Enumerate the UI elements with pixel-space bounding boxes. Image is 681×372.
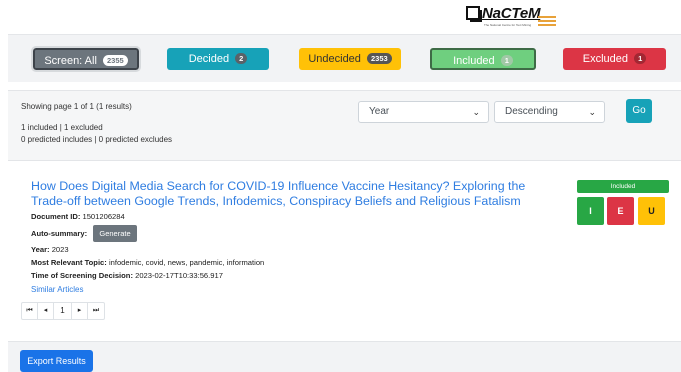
chevron-down-icon: ⌄ bbox=[588, 107, 596, 117]
similar-articles-link[interactable]: Similar Articles bbox=[31, 285, 83, 294]
generate-summary-button[interactable]: Generate bbox=[93, 225, 137, 242]
filter-included-count: 1 bbox=[500, 55, 513, 66]
topic-row: Most Relevant Topic: infodemic, covid, n… bbox=[31, 258, 264, 267]
status-badge: Included bbox=[577, 180, 669, 193]
go-button[interactable]: Go bbox=[626, 99, 652, 123]
filter-excluded-label: Excluded bbox=[582, 53, 629, 65]
topic-value: infodemic, covid, news, pandemic, inform… bbox=[108, 258, 265, 267]
logo-wordmark: NaCTeM bbox=[482, 5, 541, 22]
filter-screen-count: 2355 bbox=[102, 55, 128, 66]
filter-screen-label: Screen: All bbox=[44, 55, 97, 67]
screening-time-label: Time of Screening Decision: bbox=[31, 271, 133, 280]
next-page-icon[interactable]: ▸ bbox=[72, 303, 88, 319]
filter-bar: Screen: All 2355 Decided 2 Undecided 235… bbox=[8, 34, 681, 82]
nactem-logo: NaCTeM The National Centre for Text Mini… bbox=[466, 4, 556, 32]
filter-excluded-button[interactable]: Excluded 1 bbox=[563, 48, 666, 70]
year-row: Year: 2023 bbox=[31, 245, 69, 254]
footer-bar: Export Results bbox=[8, 341, 681, 372]
sort-field-value: Year bbox=[369, 106, 390, 117]
auto-summary-label: Auto-summary: bbox=[31, 229, 88, 238]
filter-excluded-count: 1 bbox=[634, 53, 647, 64]
year-value: 2023 bbox=[51, 245, 69, 254]
screening-time-row: Time of Screening Decision: 2023-02-17T1… bbox=[31, 271, 223, 280]
sort-order-select[interactable]: Descending ⌄ bbox=[494, 101, 605, 123]
results-predicted-text: 0 predicted includes | 0 predicted exclu… bbox=[21, 135, 173, 144]
chevron-down-icon: ⌄ bbox=[472, 107, 480, 117]
include-button[interactable]: I bbox=[577, 197, 604, 225]
export-results-button[interactable]: Export Results bbox=[20, 350, 93, 372]
article-card: How Does Digital Media Search for COVID-… bbox=[8, 160, 681, 340]
pagination: ⏮ ◂ 1 ▸ ⏭ bbox=[21, 302, 105, 320]
prev-page-icon[interactable]: ◂ bbox=[38, 303, 54, 319]
logo-mark-icon bbox=[466, 6, 482, 22]
logo-tagline: The National Centre for Text Mining bbox=[484, 23, 532, 27]
first-page-icon[interactable]: ⏮ bbox=[22, 303, 38, 319]
filter-included-button[interactable]: Included 1 bbox=[430, 48, 536, 70]
filter-included-label: Included bbox=[453, 55, 495, 67]
screening-time-value: 2023-02-17T10:33:56.917 bbox=[135, 271, 223, 280]
results-info-panel: Showing page 1 of 1 (1 results) 1 includ… bbox=[8, 90, 681, 160]
results-showing-text: Showing page 1 of 1 (1 results) bbox=[21, 102, 132, 111]
books-icon bbox=[538, 16, 556, 30]
filter-undecided-count: 2353 bbox=[366, 53, 392, 64]
filter-decided-count: 2 bbox=[235, 53, 248, 64]
undecide-button[interactable]: U bbox=[638, 197, 665, 225]
topic-label: Most Relevant Topic: bbox=[31, 258, 107, 267]
document-id-row: Document ID: 1501206284 bbox=[31, 212, 125, 221]
document-id-value: 1501206284 bbox=[82, 212, 125, 221]
sort-field-select[interactable]: Year ⌄ bbox=[358, 101, 489, 123]
filter-undecided-button[interactable]: Undecided 2353 bbox=[299, 48, 401, 70]
filter-decided-label: Decided bbox=[188, 53, 230, 65]
document-id-label: Document ID: bbox=[31, 212, 81, 221]
filter-undecided-label: Undecided bbox=[308, 53, 361, 65]
auto-summary-row: Auto-summary: bbox=[31, 229, 87, 238]
results-summary-text: 1 included | 1 excluded bbox=[21, 123, 103, 132]
page-number[interactable]: 1 bbox=[54, 303, 72, 319]
filter-screen-all-button[interactable]: Screen: All 2355 bbox=[31, 46, 141, 72]
article-title-link[interactable]: How Does Digital Media Search for COVID-… bbox=[31, 179, 551, 209]
exclude-button[interactable]: E bbox=[607, 197, 634, 225]
sort-order-value: Descending bbox=[505, 106, 558, 117]
filter-decided-button[interactable]: Decided 2 bbox=[167, 48, 269, 70]
last-page-icon[interactable]: ⏭ bbox=[88, 303, 104, 319]
year-label: Year: bbox=[31, 245, 50, 254]
